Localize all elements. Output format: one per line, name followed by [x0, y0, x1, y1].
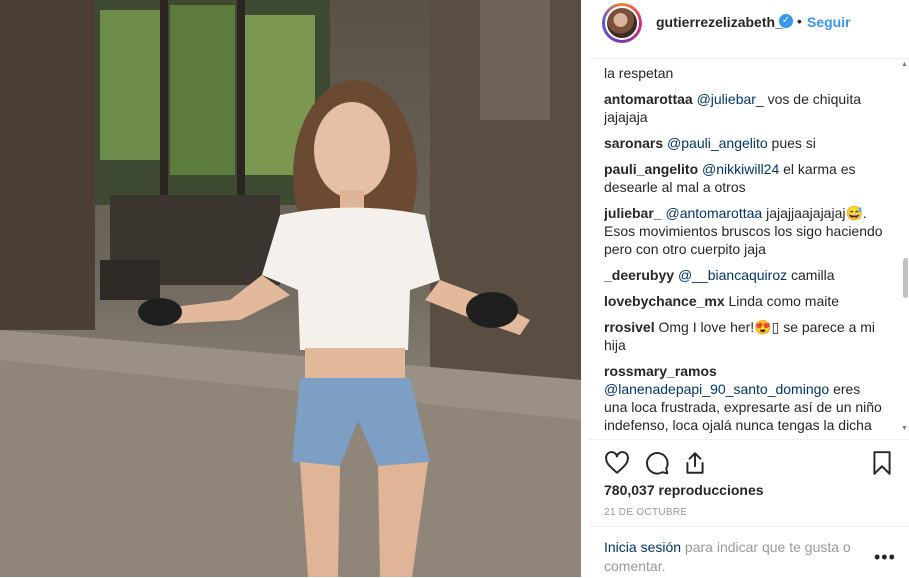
comment-username[interactable]: juliebar_: [604, 205, 662, 221]
comment-username[interactable]: saronars: [604, 135, 663, 151]
login-link[interactable]: Inicia sesión: [604, 539, 681, 555]
comment-item: juliebar_ @antomarottaa jajajjaajajajaj😅…: [604, 204, 884, 258]
comment-text: camilla: [787, 267, 835, 283]
comment-username[interactable]: pauli_angelito: [604, 161, 698, 177]
comment-mention[interactable]: @pauli_angelito: [667, 135, 768, 151]
scroll-up-arrow-icon[interactable]: ▲: [901, 61, 908, 68]
comment-icon[interactable]: [644, 450, 670, 476]
comment-item: pauli_angelito @nikkiwill24 el karma es …: [604, 160, 884, 196]
separator-dot: •: [797, 13, 802, 29]
comment-username[interactable]: rrosivel: [604, 319, 655, 335]
avatar[interactable]: [602, 3, 642, 43]
comment-item: _deerubyy @__biancaquiroz camilla: [604, 266, 884, 284]
comment-mention[interactable]: @antomarottaa: [665, 205, 762, 221]
comment-username[interactable]: rossmary_ramos: [604, 363, 717, 379]
action-bar: [588, 439, 909, 484]
share-icon[interactable]: [682, 450, 708, 476]
comment-item: rrosivel Omg I love her!😍▯ se parece a m…: [604, 318, 884, 354]
avatar-image: [605, 6, 639, 40]
comment-username[interactable]: antomarottaa: [604, 91, 693, 107]
post-panel: gutierrezelizabeth_ ✓ • Seguir la respet…: [588, 0, 909, 577]
post-header: gutierrezelizabeth_ ✓ • Seguir: [588, 0, 909, 59]
post-username[interactable]: gutierrezelizabeth_: [656, 14, 783, 30]
scroll-down-arrow-icon[interactable]: ▼: [901, 425, 908, 432]
comment-item: antomarottaa @juliebar_ vos de chiquita …: [604, 90, 884, 126]
comment-text: Linda como maite: [728, 293, 840, 309]
heart-icon[interactable]: [604, 450, 630, 476]
bookmark-icon[interactable]: [869, 450, 895, 476]
comment-item: lovebychance_mx Linda como maite: [604, 292, 884, 310]
comment-text: pues si: [767, 135, 816, 151]
view-count: 780,037 reproducciones: [604, 482, 764, 498]
video-frame: [0, 0, 581, 577]
comment-item: saronars @pauli_angelito pues si: [604, 134, 884, 152]
comments-list[interactable]: la respetan antomarottaa @juliebar_ vos …: [604, 58, 884, 438]
follow-button[interactable]: Seguir: [807, 14, 851, 30]
more-options-icon[interactable]: •••: [874, 547, 896, 568]
comment-username[interactable]: lovebychance_mx: [604, 293, 725, 309]
comment-item: rossmary_ramos @lanenadepapi_90_santo_do…: [604, 362, 884, 438]
post-date[interactable]: 21 DE OCTUBRE: [604, 507, 687, 518]
comments-scrollbar[interactable]: [902, 80, 908, 436]
comment-mention[interactable]: @__biancaquiroz: [678, 267, 787, 283]
comment-mention[interactable]: @nikkiwill24: [702, 161, 779, 177]
comment-mention[interactable]: @juliebar_: [697, 91, 764, 107]
login-prompt: Inicia sesión para indicar que te gusta …: [604, 538, 874, 576]
comment-item: la respetan: [604, 64, 884, 82]
login-footer: Inicia sesión para indicar que te gusta …: [588, 526, 909, 578]
verified-badge-icon: ✓: [779, 14, 793, 28]
scrollbar-thumb[interactable]: [903, 258, 908, 298]
comment-text: la respetan: [604, 65, 674, 81]
comment-username[interactable]: _deerubyy: [604, 267, 674, 283]
video-player[interactable]: [0, 0, 581, 577]
comment-mention[interactable]: @lanenadepapi_90_santo_domingo: [604, 381, 829, 397]
